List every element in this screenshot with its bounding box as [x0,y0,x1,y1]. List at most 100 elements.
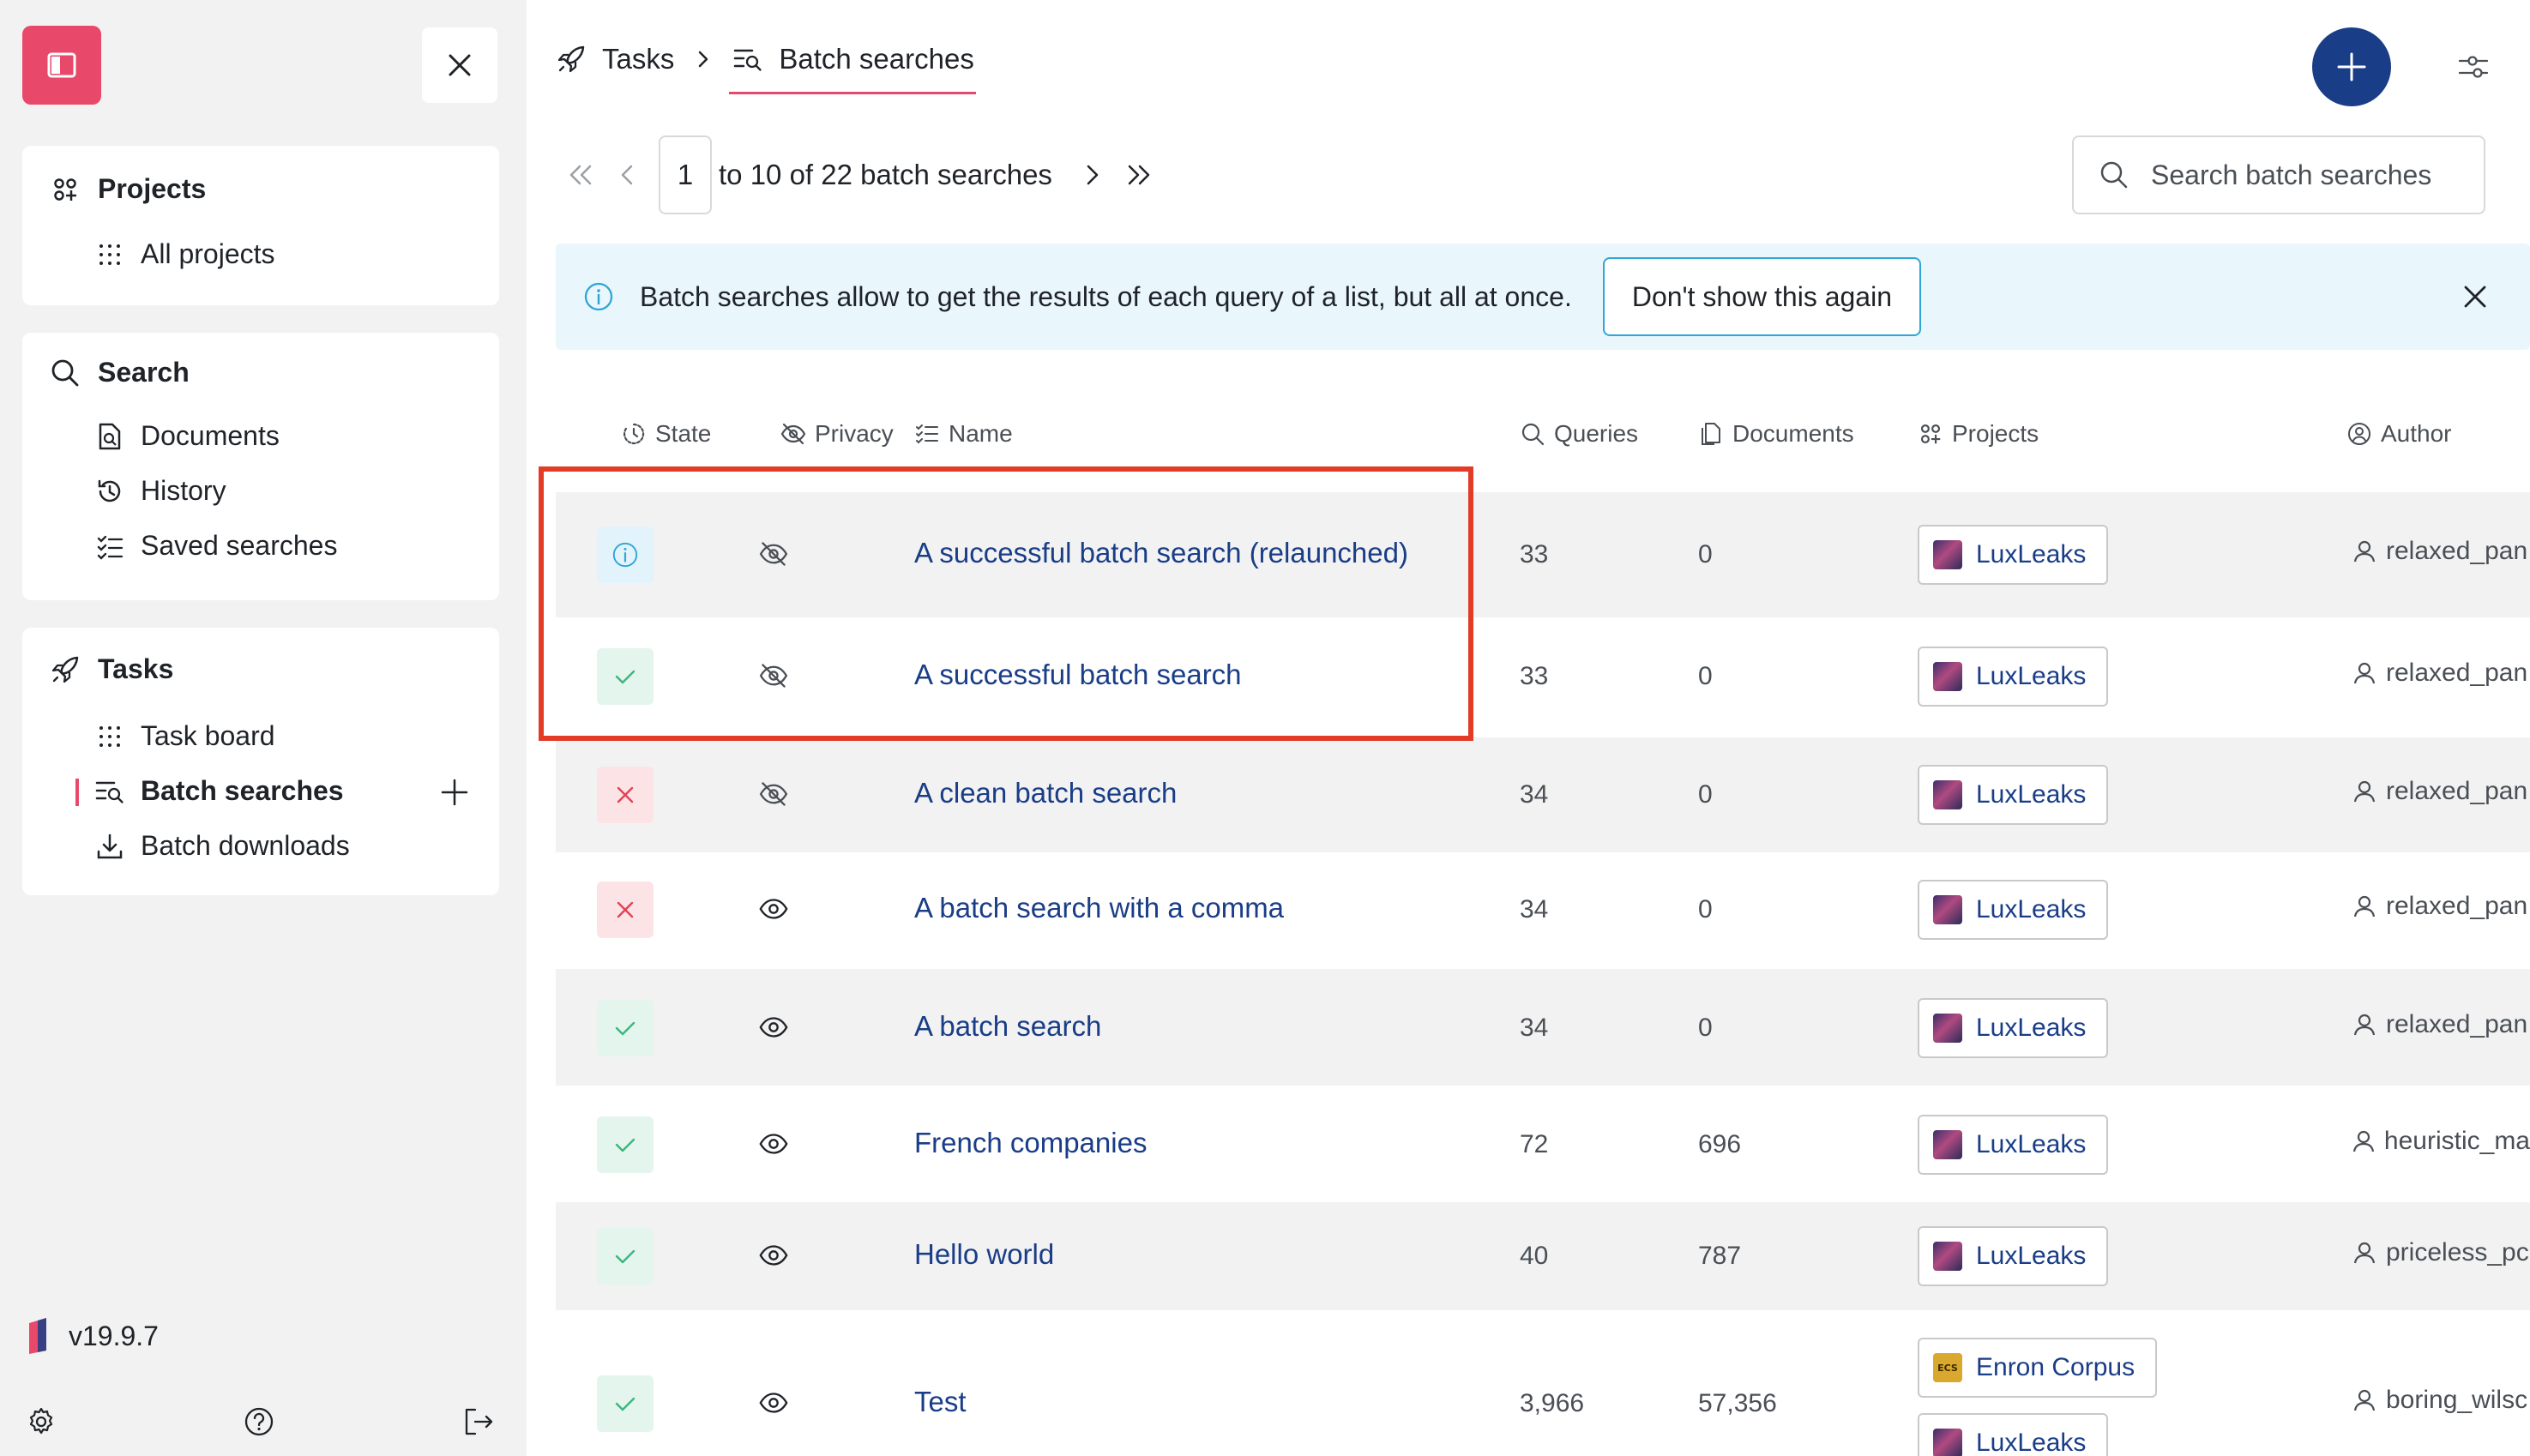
dont-show-again-button[interactable]: Don't show this again [1602,257,1921,336]
batch-search-name-link[interactable]: A clean batch search [914,777,1177,809]
sidebar-item-history[interactable]: History [94,475,226,507]
column-name[interactable]: Name [914,415,1013,453]
project-badge[interactable]: LuxLeaks [1918,998,2109,1058]
author-link[interactable]: relaxed_pan [2352,659,2530,688]
table-row[interactable]: Test 3,966 57,356 ECS Enron Corpus LuxLea… [556,1310,2530,1456]
table-row[interactable]: A clean batch search 34 0 LuxLeaks relax… [556,737,2530,852]
sidebar-item-batch-searches[interactable]: Batch searches [94,775,344,807]
table-row[interactable]: A batch search with a comma 34 0 LuxLeak… [556,852,2530,969]
queries-count: 34 [1520,895,1549,924]
project-badge[interactable]: LuxLeaks [1918,765,2109,825]
project-badge[interactable]: LuxLeaks [1918,1226,2109,1286]
sidebar-item-saved-searches[interactable]: Saved searches [94,530,337,562]
check-icon [615,670,636,684]
column-author[interactable]: Author [2346,415,2452,453]
search-header[interactable]: Search [50,357,190,388]
rocket-icon [556,44,587,75]
page-number-input[interactable]: 1 [659,135,712,214]
batch-search-name-link[interactable]: A batch search with a comma [914,892,1284,924]
sidebar-item-all-projects[interactable]: All projects [94,238,275,270]
project-thumbnail [1933,1242,1962,1271]
documents-count: 787 [1698,1242,1742,1270]
table-row[interactable]: French companies 72 696 LuxLeaks heurist… [556,1086,2530,1202]
breadcrumb-batch-searches[interactable]: Batch searches [729,43,977,94]
table-row[interactable]: A successful batch search (relaunched) 3… [556,492,2530,617]
column-privacy[interactable]: Privacy [780,415,894,453]
gear-icon [29,1407,53,1435]
column-label: Name [949,420,1013,447]
batch-search-search-box[interactable] [2072,135,2485,214]
project-badge[interactable]: ECS Enron Corpus [1918,1338,2158,1398]
toggle-sidebar-button[interactable] [22,26,101,105]
documents-count: 0 [1698,662,1713,690]
sidebar-toggle-icon [47,52,76,78]
queries-count: 40 [1520,1242,1549,1270]
queries-count: 34 [1520,780,1549,809]
batch-search-name-link[interactable]: Test [914,1386,967,1418]
author-link[interactable]: priceless_pc [2352,1238,2530,1267]
state-success-badge [597,648,654,705]
project-badge[interactable]: LuxLeaks [1918,647,2109,707]
dots-grid-icon [94,239,125,270]
logout-button[interactable] [461,1405,496,1439]
search-input[interactable] [2151,159,2477,191]
project-badge[interactable]: LuxLeaks [1918,1413,2109,1456]
author-link[interactable]: heuristic_ma [2352,1127,2530,1156]
author-link[interactable]: relaxed_pan [2352,537,2530,566]
settings-button[interactable] [24,1405,58,1439]
batch-search-name-link[interactable]: French companies [914,1127,1147,1159]
batch-search-name-link[interactable]: A successful batch search [914,659,1242,691]
close-sidebar-button[interactable] [422,27,497,103]
new-batch-search-fab[interactable] [2312,27,2391,106]
project-name: LuxLeaks [1976,780,2087,809]
close-icon [449,54,471,76]
tasks-header[interactable]: Tasks [50,653,173,685]
user-icon [2352,779,2377,804]
sidebar-item-task-board[interactable]: Task board [94,720,275,752]
author-link[interactable]: relaxed_pan [2352,892,2530,921]
chevron-left-icon [621,165,633,185]
first-page-button[interactable] [561,156,599,194]
sidebar-item-batch-downloads[interactable]: Batch downloads [94,830,350,862]
project-badge[interactable]: LuxLeaks [1918,880,2109,940]
page-settings-button[interactable] [2456,50,2491,84]
column-projects[interactable]: Projects [1918,415,2039,453]
help-icon [244,1407,274,1436]
column-label: State [655,420,712,447]
table-row[interactable]: A successful batch search 33 0 LuxLeaks … [556,617,2530,737]
table-row[interactable]: A batch search 34 0 LuxLeaks relaxed_pan [556,969,2530,1086]
column-documents[interactable]: Documents [1698,415,1854,453]
list-icon [914,421,940,447]
banner-close-button[interactable] [2458,280,2492,314]
previous-page-button[interactable] [609,156,647,194]
project-name: LuxLeaks [1976,662,2087,690]
table-header: State Privacy Name Queries Documents Pro… [527,415,2530,453]
project-badge[interactable]: LuxLeaks [1918,1115,2109,1175]
last-page-button[interactable] [1121,156,1159,194]
batch-search-name-link[interactable]: A successful batch search (relaunched) [914,537,1408,569]
state-success-badge [597,1228,654,1285]
new-batch-search-button[interactable] [437,775,472,809]
next-page-button[interactable] [1073,156,1111,194]
state-failure-badge [597,767,654,823]
tasks-card: Tasks Task board Batch searches Batch do… [22,628,499,895]
column-queries[interactable]: Queries [1520,415,1638,453]
author-link[interactable]: relaxed_pan [2352,777,2530,806]
table-row[interactable]: Hello world 40 787 LuxLeaks priceless_pc [556,1202,2530,1310]
main-content: Tasks Batch searches 1 to 10 of 22 batch… [527,0,2530,1456]
author-link[interactable]: boring_wilsc [2352,1386,2530,1415]
column-state[interactable]: State [621,415,711,453]
breadcrumb-label: Batch searches [779,43,974,75]
project-thumbnail [1933,540,1962,569]
breadcrumb-tasks[interactable]: Tasks [602,43,674,75]
sidebar-item-documents[interactable]: Documents [94,420,280,452]
help-button[interactable] [242,1405,276,1439]
author-link[interactable]: relaxed_pan [2352,1010,2530,1039]
projects-card: Projects All projects [22,146,499,305]
state-success-badge [597,1375,654,1432]
queries-count: 34 [1520,1014,1549,1042]
batch-search-name-link[interactable]: A batch search [914,1010,1101,1043]
project-badge[interactable]: LuxLeaks [1918,525,2109,585]
projects-header[interactable]: Projects [50,173,206,205]
batch-search-name-link[interactable]: Hello world [914,1238,1054,1271]
